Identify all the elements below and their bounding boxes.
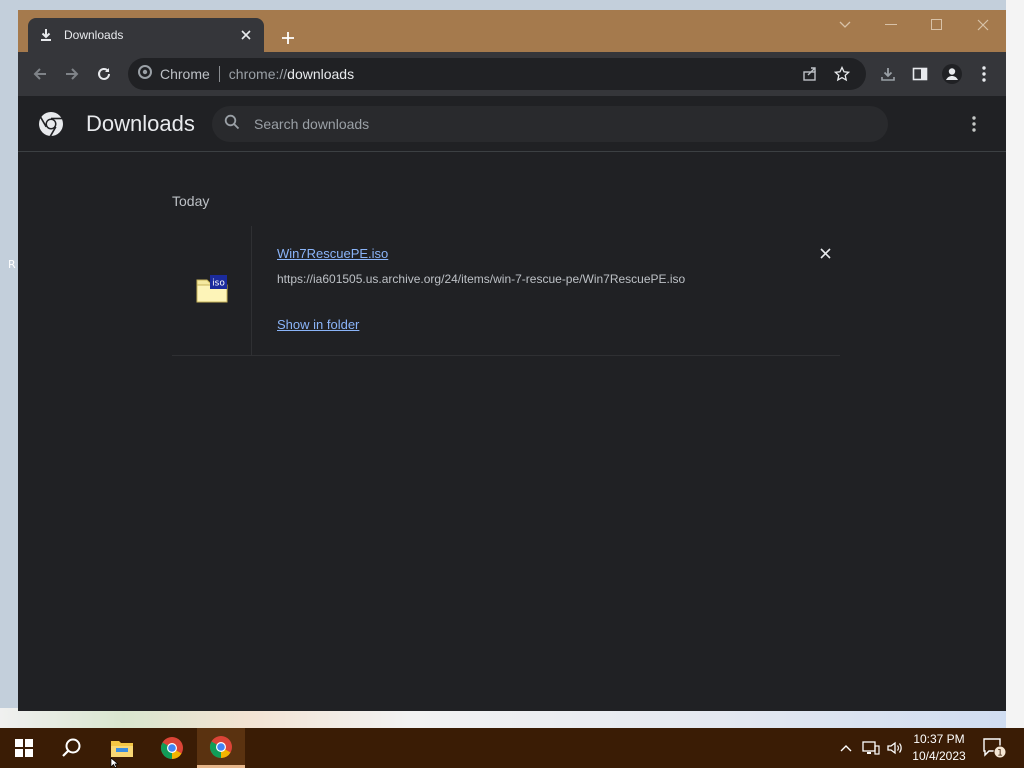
search-icon <box>224 114 240 135</box>
chrome-logo-icon <box>38 111 64 137</box>
omnibox-separator <box>218 66 220 82</box>
desktop-edge-text: R <box>8 258 16 271</box>
chrome-icon[interactable] <box>148 728 196 768</box>
taskbar: 10:37 PM 10/4/2023 1 <box>0 728 1024 768</box>
omnibox-chip: Chrome <box>160 66 210 82</box>
minimize-icon[interactable] <box>868 10 914 40</box>
chrome-logo-icon <box>138 64 152 84</box>
search-box[interactable] <box>212 106 888 142</box>
close-icon[interactable] <box>960 10 1006 40</box>
maximize-icon[interactable] <box>914 10 960 40</box>
side-panel-icon[interactable] <box>908 62 932 86</box>
notification-count: 1 <box>997 749 1003 759</box>
tab-close-icon[interactable] <box>238 27 254 43</box>
chrome-icon[interactable] <box>197 728 245 768</box>
bookmark-star-icon[interactable] <box>830 62 854 86</box>
download-icon-column: iso <box>172 226 252 356</box>
forward-icon[interactable] <box>60 62 84 86</box>
iso-icon-label: iso <box>212 279 225 289</box>
clock-date: 10/4/2023 <box>912 749 966 763</box>
downloads-header: Downloads <box>18 96 1006 152</box>
remove-download-icon[interactable] <box>816 244 834 262</box>
tab-search-icon[interactable] <box>822 10 868 40</box>
network-icon[interactable] <box>860 728 882 768</box>
menu-icon[interactable] <box>972 62 996 86</box>
new-tab-button[interactable] <box>276 26 300 50</box>
tab-downloads[interactable]: Downloads <box>28 18 264 52</box>
show-in-folder-link[interactable]: Show in folder <box>277 317 359 332</box>
profile-icon[interactable] <box>940 62 964 86</box>
taskbar-clock[interactable]: 10:37 PM 10/4/2023 <box>906 731 972 765</box>
show-hidden-icons-icon[interactable] <box>836 728 856 768</box>
iso-file-icon: iso <box>196 274 228 304</box>
desktop-right-edge <box>1006 0 1024 728</box>
page-title: Downloads <box>86 111 195 136</box>
clock-time: 10:37 PM <box>913 732 965 746</box>
mouse-cursor-icon <box>110 758 119 768</box>
address-bar[interactable]: Chrome chrome://downloads <box>128 58 866 90</box>
url-host: downloads <box>287 66 355 82</box>
file-explorer-icon[interactable] <box>98 728 146 768</box>
download-source-url: https://ia601505.us.archive.org/24/items… <box>277 272 686 286</box>
download-icon <box>38 27 54 43</box>
back-icon[interactable] <box>28 62 52 86</box>
search-icon[interactable] <box>48 728 96 768</box>
browser-toolbar: Chrome chrome://downloads <box>18 52 1006 96</box>
url-scheme: chrome:// <box>228 66 288 82</box>
reload-icon[interactable] <box>92 62 116 86</box>
download-item: iso Win7RescuePE.iso https://ia601505.us… <box>172 226 840 356</box>
download-file-name-link[interactable]: Win7RescuePE.iso <box>277 246 388 261</box>
start-icon[interactable] <box>0 728 48 768</box>
more-actions-icon[interactable] <box>962 112 986 136</box>
share-icon[interactable] <box>798 62 822 86</box>
volume-icon[interactable] <box>884 728 906 768</box>
title-bar[interactable]: Downloads <box>18 10 1006 52</box>
search-input[interactable] <box>254 116 854 132</box>
chrome-window: Downloads Chrome chrome:// downloads Dow… <box>18 10 1006 711</box>
notifications-icon[interactable]: 1 <box>978 728 1010 768</box>
downloads-page: Downloads Today iso <box>18 96 1006 711</box>
download-icon[interactable] <box>876 62 900 86</box>
date-section-label: Today <box>172 193 210 209</box>
tab-title: Downloads <box>64 28 124 42</box>
desktop-icons-strip <box>0 708 1024 728</box>
